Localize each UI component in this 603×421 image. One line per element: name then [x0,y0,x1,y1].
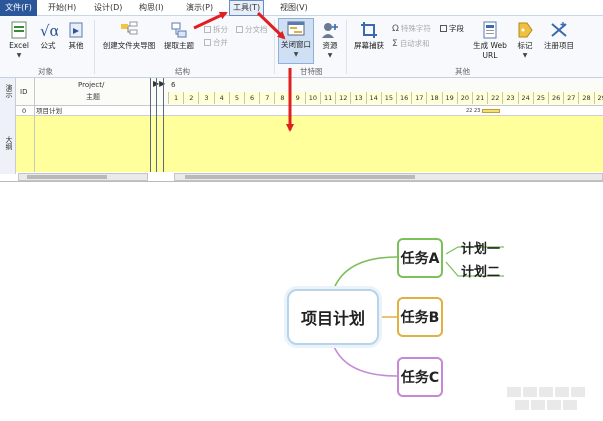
watermark-logo [507,387,585,410]
topic-task-c[interactable]: 任务C [397,357,443,397]
subtopic-plan-2[interactable]: 计划二 [461,261,500,280]
mindmap-connectors [332,246,504,377]
topic-task-a[interactable]: 任务A [397,238,443,278]
central-topic[interactable]: 项目计划 [287,289,379,345]
topic-task-b[interactable]: 任务B [397,297,443,337]
connector-a [332,256,398,292]
subtopic-plan-1[interactable]: 计划一 [461,238,500,257]
connector-c [332,343,398,377]
